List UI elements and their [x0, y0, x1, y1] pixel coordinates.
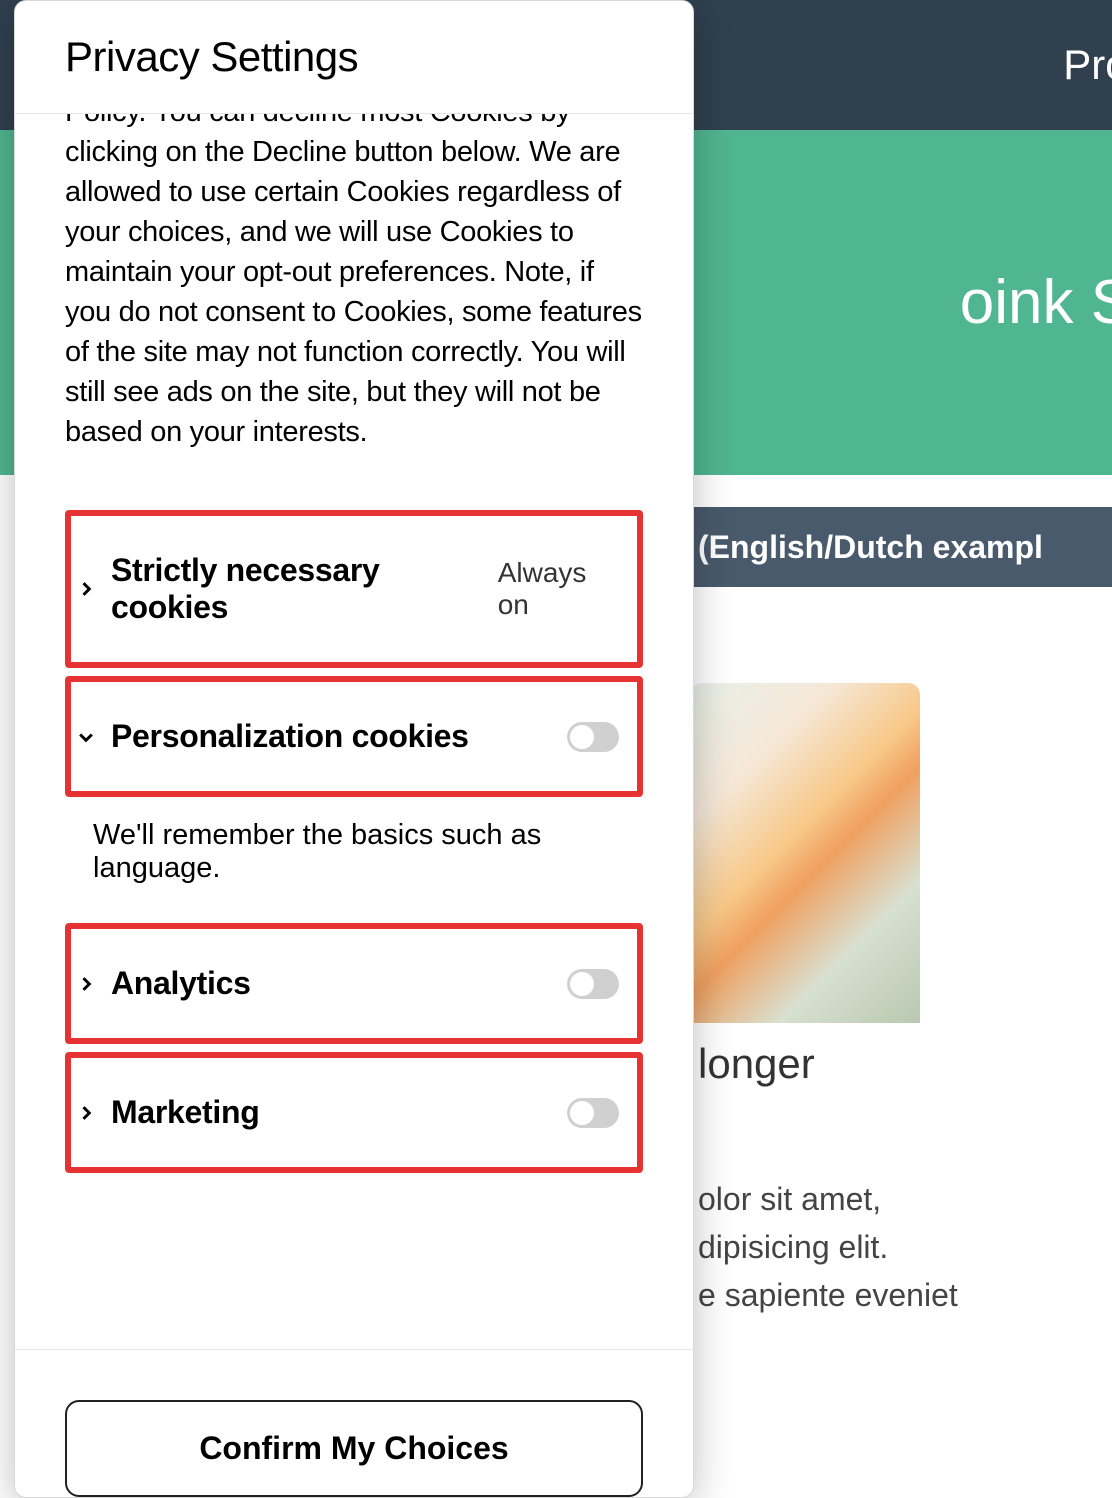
- category-personalization[interactable]: Personalization cookies: [65, 676, 643, 797]
- analytics-toggle[interactable]: [567, 969, 619, 999]
- modal-footer: Confirm My Choices: [15, 1349, 693, 1497]
- personalization-toggle[interactable]: [567, 722, 619, 752]
- product-image: [690, 683, 920, 1023]
- modal-header: Privacy Settings: [15, 1, 693, 114]
- chevron-down-icon: [73, 724, 99, 750]
- hero-text: oink Slam: [960, 267, 1112, 338]
- product-description-fragment: olor sit amet, dipisicing elit. e sapien…: [698, 1175, 1112, 1319]
- confirm-choices-button[interactable]: Confirm My Choices: [65, 1400, 643, 1497]
- chevron-right-icon: [73, 1100, 99, 1126]
- always-on-label: Always on: [498, 557, 619, 621]
- nav-link-products[interactable]: Prod: [1063, 41, 1112, 89]
- category-strictly-necessary[interactable]: Strictly necessary cookies Always on: [65, 510, 643, 668]
- background-breadcrumb: (English/Dutch exampl: [690, 507, 1112, 587]
- category-label: Analytics: [111, 965, 555, 1002]
- category-label: Strictly necessary cookies: [111, 552, 486, 626]
- marketing-toggle[interactable]: [567, 1098, 619, 1128]
- category-marketing[interactable]: Marketing: [65, 1052, 643, 1173]
- category-label: Marketing: [111, 1094, 555, 1131]
- category-analytics[interactable]: Analytics: [65, 923, 643, 1044]
- category-label: Personalization cookies: [111, 718, 555, 755]
- chevron-right-icon: [73, 971, 99, 997]
- breadcrumb-text: (English/Dutch exampl: [698, 529, 1043, 566]
- modal-title: Privacy Settings: [65, 33, 643, 81]
- product-title-fragment: longer: [698, 1040, 815, 1088]
- modal-body[interactable]: Policy. You can decline most Cookies by …: [15, 114, 693, 1349]
- personalization-description: We'll remember the basics such as langua…: [65, 797, 643, 893]
- privacy-description: Policy. You can decline most Cookies by …: [65, 114, 643, 452]
- privacy-settings-modal: Privacy Settings Policy. You can decline…: [14, 0, 694, 1498]
- chevron-right-icon: [73, 576, 99, 602]
